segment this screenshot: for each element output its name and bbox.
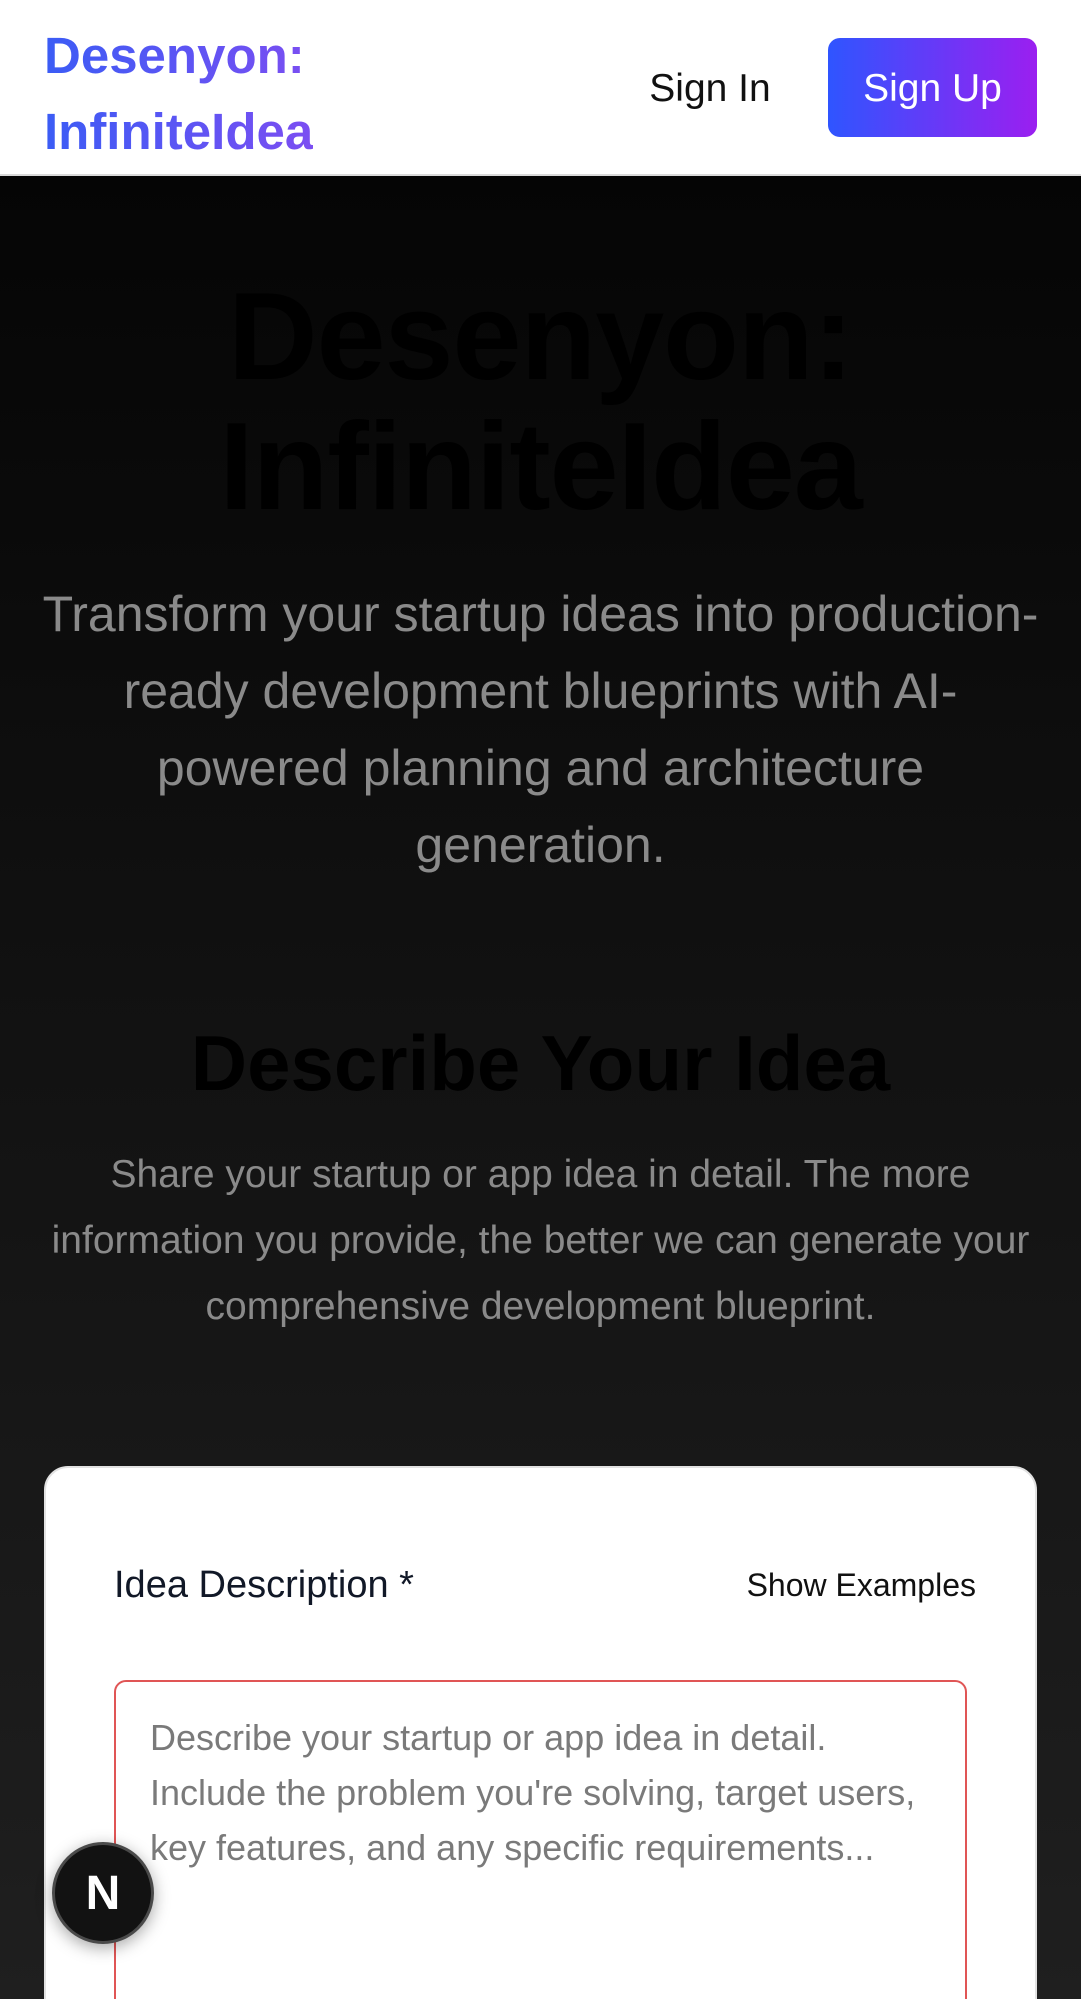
idea-form-card: Idea Description * Show Examples: [44, 1466, 1037, 1999]
logo-line-2: InfiniteIdea: [44, 103, 314, 160]
section-title: Describe Your Idea: [190, 1019, 891, 1107]
section-description: Share your startup or app idea in detail…: [51, 1153, 1030, 1328]
logo-line-1: Desenyon:: [44, 27, 305, 84]
sign-in-button[interactable]: Sign In: [620, 52, 800, 124]
idea-description-input[interactable]: [114, 1680, 967, 1999]
nextjs-logo-icon: N: [85, 1866, 121, 1920]
sign-up-button[interactable]: Sign Up: [828, 38, 1037, 137]
hero-title-line-2: InfiniteIdea: [219, 398, 863, 536]
nextjs-dev-indicator-button[interactable]: N: [52, 1842, 154, 1944]
top-navbar: Desenyon: InfiniteIdea Sign In Sign Up: [0, 0, 1081, 176]
show-examples-button[interactable]: Show Examples: [676, 1558, 976, 1612]
hero-title-line-1: Desenyon:: [228, 268, 854, 406]
brand-logo[interactable]: Desenyon: InfiniteIdea: [44, 18, 313, 170]
idea-description-label: Idea Description *: [114, 1564, 414, 1606]
hero-subtitle: Transform your startup ideas into produc…: [42, 586, 1039, 873]
hero-title: Desenyon: InfiniteIdea: [0, 272, 1081, 532]
